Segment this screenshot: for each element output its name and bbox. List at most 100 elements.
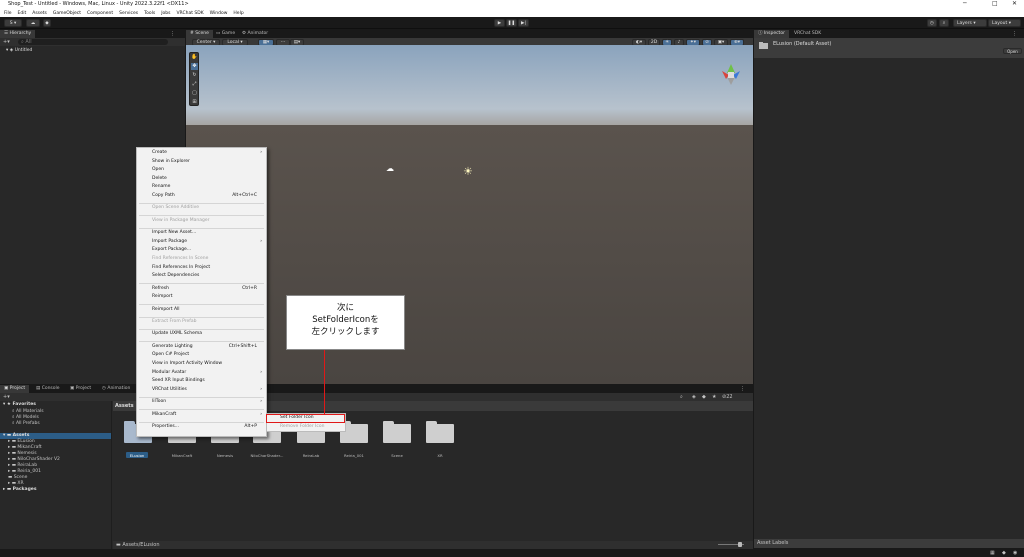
- hierarchy-search-input[interactable]: ⌕ All: [18, 39, 168, 45]
- project-add-icon[interactable]: +▾: [3, 394, 10, 400]
- favorite-item[interactable]: ⌕ All Prefabs: [12, 420, 40, 426]
- context-menu-item[interactable]: Create ›: [152, 150, 266, 155]
- tab-animator[interactable]: ⚙ Animator: [238, 30, 272, 38]
- tab-inspector[interactable]: ⓘ Inspector: [754, 30, 789, 38]
- context-menu-item[interactable]: Update UXML Schema: [152, 331, 266, 336]
- pause-button[interactable]: ❚❚: [506, 19, 517, 27]
- asset-labels-section[interactable]: Asset Labels: [754, 539, 1024, 548]
- project-more-icon[interactable]: ⋮: [740, 386, 745, 392]
- menu-edit[interactable]: Edit: [18, 11, 27, 16]
- context-menu-item[interactable]: Copy Path Alt+Ctrl+C: [152, 193, 266, 198]
- add-icon[interactable]: +▾: [3, 39, 10, 45]
- context-menu-item[interactable]: Reimport All: [152, 307, 266, 312]
- context-menu-item[interactable]: lilToon ›: [152, 399, 266, 404]
- asset-folder-item[interactable]: ▸ ▬ Nemesis: [8, 451, 37, 456]
- tab-project-2[interactable]: ▣ Project: [66, 385, 95, 393]
- layout-dropdown[interactable]: Layout ▾: [988, 19, 1021, 27]
- context-menu-item[interactable]: MikanCraft ›: [152, 412, 266, 417]
- folder-item[interactable]: [426, 421, 454, 443]
- menu-vrchat-sdk[interactable]: VRChat SDK: [176, 11, 203, 16]
- context-menu-item[interactable]: VRChat Utilities ›: [152, 387, 266, 392]
- asset-folder-item[interactable]: ▬ Scene: [8, 475, 27, 480]
- context-menu-item[interactable]: Rename: [152, 184, 266, 189]
- rect-tool-icon[interactable]: ▢: [191, 90, 198, 97]
- tab-vrchat-sdk[interactable]: VRChat SDK: [790, 30, 825, 38]
- tab-game[interactable]: ▭ Game: [212, 30, 239, 38]
- open-button[interactable]: Open: [1003, 48, 1022, 54]
- step-button[interactable]: ▶|: [518, 19, 529, 27]
- filter-label-icon[interactable]: ◆: [702, 394, 706, 400]
- inspector-more-icon[interactable]: ⋮: [1012, 31, 1017, 37]
- asset-folder-item[interactable]: ▸ ▬ ReiraLab: [8, 463, 37, 468]
- context-menu-item[interactable]: Seed XR Input Bindings: [152, 378, 266, 383]
- context-menu-item[interactable]: Properties... Alt+P: [152, 424, 266, 429]
- context-menu-item[interactable]: Import Package ›: [152, 239, 266, 244]
- context-menu-item-label: Export Package...: [152, 247, 192, 253]
- search-icon[interactable]: ⌕: [939, 19, 949, 27]
- cloud-icon[interactable]: ☁: [26, 19, 40, 27]
- minimize-button[interactable]: ─: [963, 0, 967, 7]
- menu-file[interactable]: File: [4, 11, 12, 16]
- context-menu-item[interactable]: Open C# Project: [152, 352, 266, 357]
- favorite-icon[interactable]: ★: [712, 394, 716, 400]
- more-icon[interactable]: ⋮: [170, 31, 175, 37]
- collab-icon[interactable]: ◆: [43, 19, 51, 27]
- asset-folder-item[interactable]: ▸ ▬ ELusion: [8, 439, 35, 444]
- context-menu-item[interactable]: Open: [152, 167, 266, 172]
- context-menu-item[interactable]: Modular Avatar ›: [152, 370, 266, 375]
- breadcrumb-assets[interactable]: Assets: [115, 403, 134, 409]
- status-icon-b[interactable]: ◆: [1002, 550, 1006, 556]
- menu-jobs[interactable]: Jobs: [161, 11, 170, 16]
- menu-help[interactable]: Help: [233, 11, 243, 16]
- menu-component[interactable]: Component: [87, 11, 113, 16]
- tab-console[interactable]: ▤ Console: [32, 385, 64, 393]
- asset-folder-item[interactable]: ▸ ▬ NiloCharShader V2: [8, 457, 60, 462]
- context-menu-item[interactable]: Reimport: [152, 294, 266, 299]
- context-menu-item[interactable]: Delete: [152, 176, 266, 181]
- asset-folder-item[interactable]: ▸ ▬ Reiria_001: [8, 469, 41, 474]
- context-menu-item[interactable]: Find References In Project: [152, 265, 266, 270]
- scale-tool-icon[interactable]: ⤢: [191, 81, 198, 88]
- asset-folder-item[interactable]: ▸ ▬ MikanCraft: [8, 445, 42, 450]
- project-search-icon[interactable]: ⌕: [680, 394, 683, 400]
- menu-window[interactable]: Window: [210, 11, 228, 16]
- maximize-button[interactable]: □: [992, 0, 998, 7]
- asset-folder-item[interactable]: ▸ ▬ XR: [8, 481, 24, 486]
- tab-hierarchy[interactable]: ☰ Hierarchy: [0, 30, 36, 38]
- filter-type-icon[interactable]: ◈: [692, 394, 696, 400]
- menu-assets[interactable]: Assets: [32, 11, 47, 16]
- hand-tool-icon[interactable]: ✋: [191, 54, 198, 61]
- context-menu-item[interactable]: Select Dependencies: [152, 273, 266, 278]
- context-menu-item[interactable]: Refresh Ctrl+R: [152, 286, 266, 291]
- visibility-icon[interactable]: ⊘22: [722, 394, 733, 400]
- favorites-node[interactable]: ▾ ★ Favorites: [3, 402, 36, 407]
- status-icon-c[interactable]: ◉: [1013, 550, 1017, 556]
- layers-dropdown[interactable]: Layers ▾: [953, 19, 987, 27]
- tab-scene[interactable]: # Scene: [186, 30, 213, 38]
- transform-tool-icon[interactable]: ⊞: [191, 99, 198, 106]
- menu-tools[interactable]: Tools: [144, 11, 155, 16]
- scene-root[interactable]: ▾ ◈ Untitled: [6, 48, 32, 53]
- rotate-tool-icon[interactable]: ↻: [191, 72, 198, 79]
- context-menu-item[interactable]: View in Import Activity Window: [152, 361, 266, 366]
- assets-node[interactable]: ▾ ▬ Assets: [3, 433, 29, 438]
- play-button[interactable]: ▶: [494, 19, 505, 27]
- menu-gameobject[interactable]: GameObject: [53, 11, 81, 16]
- context-menu-item[interactable]: Import New Asset...: [152, 230, 266, 235]
- tab-animation[interactable]: ◷ Animation: [98, 385, 134, 393]
- menu-services[interactable]: Services: [119, 11, 138, 16]
- packages-node[interactable]: ▸ ▬ Packages: [3, 487, 37, 492]
- move-tool-icon[interactable]: ✥: [191, 63, 198, 70]
- folder-item[interactable]: [383, 421, 411, 443]
- history-icon[interactable]: ◷: [927, 19, 937, 27]
- context-menu-item[interactable]: Export Package...: [152, 247, 266, 252]
- account-button[interactable]: S ▾: [4, 19, 22, 27]
- status-icon-a[interactable]: ▦: [990, 550, 995, 556]
- cloud-gizmo-icon: ☁: [386, 164, 394, 173]
- orientation-gizmo[interactable]: [716, 58, 746, 92]
- tab-project[interactable]: ▣ Project: [0, 385, 30, 393]
- context-menu-item[interactable]: Generate Lighting Ctrl+Shift+L: [152, 344, 266, 349]
- close-button[interactable]: ✕: [1012, 0, 1017, 7]
- zoom-slider-handle[interactable]: [738, 542, 742, 547]
- context-menu-item[interactable]: Show in Explorer: [152, 159, 266, 164]
